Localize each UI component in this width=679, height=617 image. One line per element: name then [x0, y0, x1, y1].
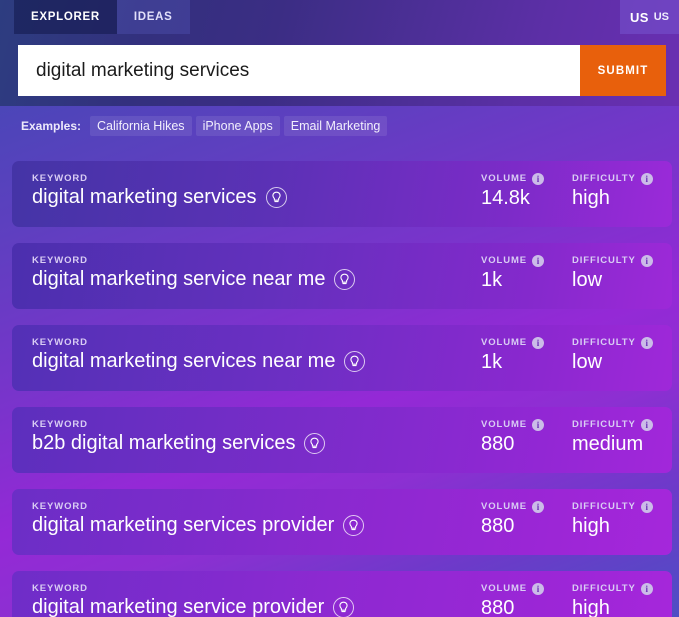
- volume-info-icon[interactable]: i: [532, 418, 545, 431]
- difficulty-cell: DIFFICULTY i low: [572, 336, 672, 374]
- difficulty-value: high: [572, 187, 610, 209]
- keyword-column-label: KEYWORD: [32, 173, 88, 184]
- keyword-text: digital marketing services provider: [32, 514, 335, 536]
- keyword-cell: KEYWORD digital marketing services provi…: [32, 500, 481, 537]
- difficulty-column-label: DIFFICULTY: [572, 501, 636, 512]
- examples-label: Examples:: [21, 119, 82, 133]
- keyword-result-row[interactable]: KEYWORD digital marketing service near m…: [12, 243, 672, 309]
- submit-button[interactable]: SUBMIT: [580, 45, 666, 96]
- difficulty-column-label: DIFFICULTY: [572, 337, 636, 348]
- difficulty-info-icon[interactable]: i: [640, 582, 653, 595]
- volume-column-label: VOLUME: [481, 419, 528, 430]
- difficulty-cell: DIFFICULTY i high: [572, 582, 672, 617]
- keyword-column-label: KEYWORD: [32, 583, 88, 594]
- volume-info-icon[interactable]: i: [532, 172, 545, 185]
- volume-column-label: VOLUME: [481, 255, 528, 266]
- difficulty-column-label: DIFFICULTY: [572, 583, 636, 594]
- volume-column-label: VOLUME: [481, 337, 528, 348]
- lightbulb-icon[interactable]: [343, 515, 365, 536]
- difficulty-cell: DIFFICULTY i high: [572, 500, 672, 538]
- difficulty-cell: DIFFICULTY i high: [572, 172, 672, 210]
- volume-value: 1k: [481, 269, 503, 291]
- volume-cell: VOLUME i 880: [481, 500, 572, 538]
- keyword-result-row[interactable]: KEYWORD digital marketing service provid…: [12, 571, 672, 617]
- keyword-cell: KEYWORD digital marketing services near …: [32, 336, 481, 373]
- volume-info-icon[interactable]: i: [532, 254, 545, 267]
- keyword-result-row[interactable]: KEYWORD b2b digital marketing services V…: [12, 407, 672, 473]
- locale-code-label: US: [653, 11, 669, 23]
- difficulty-info-icon[interactable]: i: [640, 172, 653, 185]
- difficulty-cell: DIFFICULTY i medium: [572, 418, 672, 456]
- lightbulb-icon[interactable]: [265, 187, 287, 208]
- lightbulb-icon[interactable]: [334, 269, 356, 290]
- volume-value: 1k: [481, 351, 503, 373]
- difficulty-info-icon[interactable]: i: [640, 336, 653, 349]
- volume-cell: VOLUME i 880: [481, 418, 572, 456]
- keyword-column-label: KEYWORD: [32, 501, 88, 512]
- volume-cell: VOLUME i 1k: [481, 254, 572, 292]
- example-link-email-marketing[interactable]: Email Marketing: [283, 116, 388, 136]
- volume-info-icon[interactable]: i: [532, 582, 545, 595]
- difficulty-cell: DIFFICULTY i low: [572, 254, 672, 292]
- keyword-result-row[interactable]: KEYWORD digital marketing services provi…: [12, 489, 672, 555]
- difficulty-value: high: [572, 597, 610, 617]
- search-input[interactable]: [18, 45, 580, 96]
- difficulty-info-icon[interactable]: i: [640, 418, 653, 431]
- volume-cell: VOLUME i 1k: [481, 336, 572, 374]
- keyword-cell: KEYWORD digital marketing services: [32, 172, 481, 209]
- difficulty-column-label: DIFFICULTY: [572, 419, 636, 430]
- lightbulb-icon[interactable]: [304, 433, 326, 454]
- tab-explorer[interactable]: EXPLORER: [14, 0, 117, 34]
- tab-ideas[interactable]: IDEAS: [116, 0, 190, 34]
- difficulty-value: low: [572, 351, 603, 373]
- search-bar: SUBMIT: [18, 45, 666, 96]
- keyword-result-row[interactable]: KEYWORD digital marketing services VOLUM…: [12, 161, 672, 227]
- keyword-column-label: KEYWORD: [32, 419, 88, 430]
- difficulty-value: high: [572, 515, 610, 537]
- us-flag-icon: US: [630, 9, 649, 25]
- volume-cell: VOLUME i 880: [481, 582, 572, 617]
- keyword-text: digital marketing service provider: [32, 596, 325, 617]
- keyword-cell: KEYWORD digital marketing service near m…: [32, 254, 481, 291]
- lightbulb-icon[interactable]: [333, 597, 355, 617]
- volume-column-label: VOLUME: [481, 173, 528, 184]
- keyword-text: digital marketing services near me: [32, 350, 336, 372]
- example-link-iphone-apps[interactable]: iPhone Apps: [195, 116, 280, 136]
- volume-column-label: VOLUME: [481, 583, 528, 594]
- example-link-california-hikes[interactable]: California Hikes: [90, 116, 192, 136]
- difficulty-info-icon[interactable]: i: [640, 254, 653, 267]
- volume-info-icon[interactable]: i: [532, 500, 545, 513]
- difficulty-value: medium: [572, 433, 644, 455]
- keyword-result-row[interactable]: KEYWORD digital marketing services near …: [12, 325, 672, 391]
- volume-info-icon[interactable]: i: [532, 336, 545, 349]
- tab-bar: EXPLORER IDEAS: [14, 0, 190, 34]
- difficulty-info-icon[interactable]: i: [640, 500, 653, 513]
- keyword-cell: KEYWORD b2b digital marketing services: [32, 418, 481, 455]
- keyword-text: digital marketing services: [32, 186, 257, 208]
- lightbulb-icon[interactable]: [344, 351, 366, 372]
- examples-row: Examples: California Hikes iPhone Apps E…: [21, 116, 388, 136]
- keyword-column-label: KEYWORD: [32, 337, 88, 348]
- volume-cell: VOLUME i 14.8k: [481, 172, 572, 210]
- locale-selector[interactable]: US US: [620, 0, 679, 34]
- volume-value: 14.8k: [481, 187, 530, 209]
- difficulty-value: low: [572, 269, 603, 291]
- difficulty-column-label: DIFFICULTY: [572, 173, 636, 184]
- keyword-text: b2b digital marketing services: [32, 432, 296, 454]
- volume-value: 880: [481, 433, 515, 455]
- difficulty-column-label: DIFFICULTY: [572, 255, 636, 266]
- volume-value: 880: [481, 597, 515, 617]
- keyword-results-list: KEYWORD digital marketing services VOLUM…: [12, 161, 672, 617]
- volume-column-label: VOLUME: [481, 501, 528, 512]
- volume-value: 880: [481, 515, 515, 537]
- keyword-column-label: KEYWORD: [32, 255, 88, 266]
- keyword-cell: KEYWORD digital marketing service provid…: [32, 582, 481, 617]
- keyword-text: digital marketing service near me: [32, 268, 326, 290]
